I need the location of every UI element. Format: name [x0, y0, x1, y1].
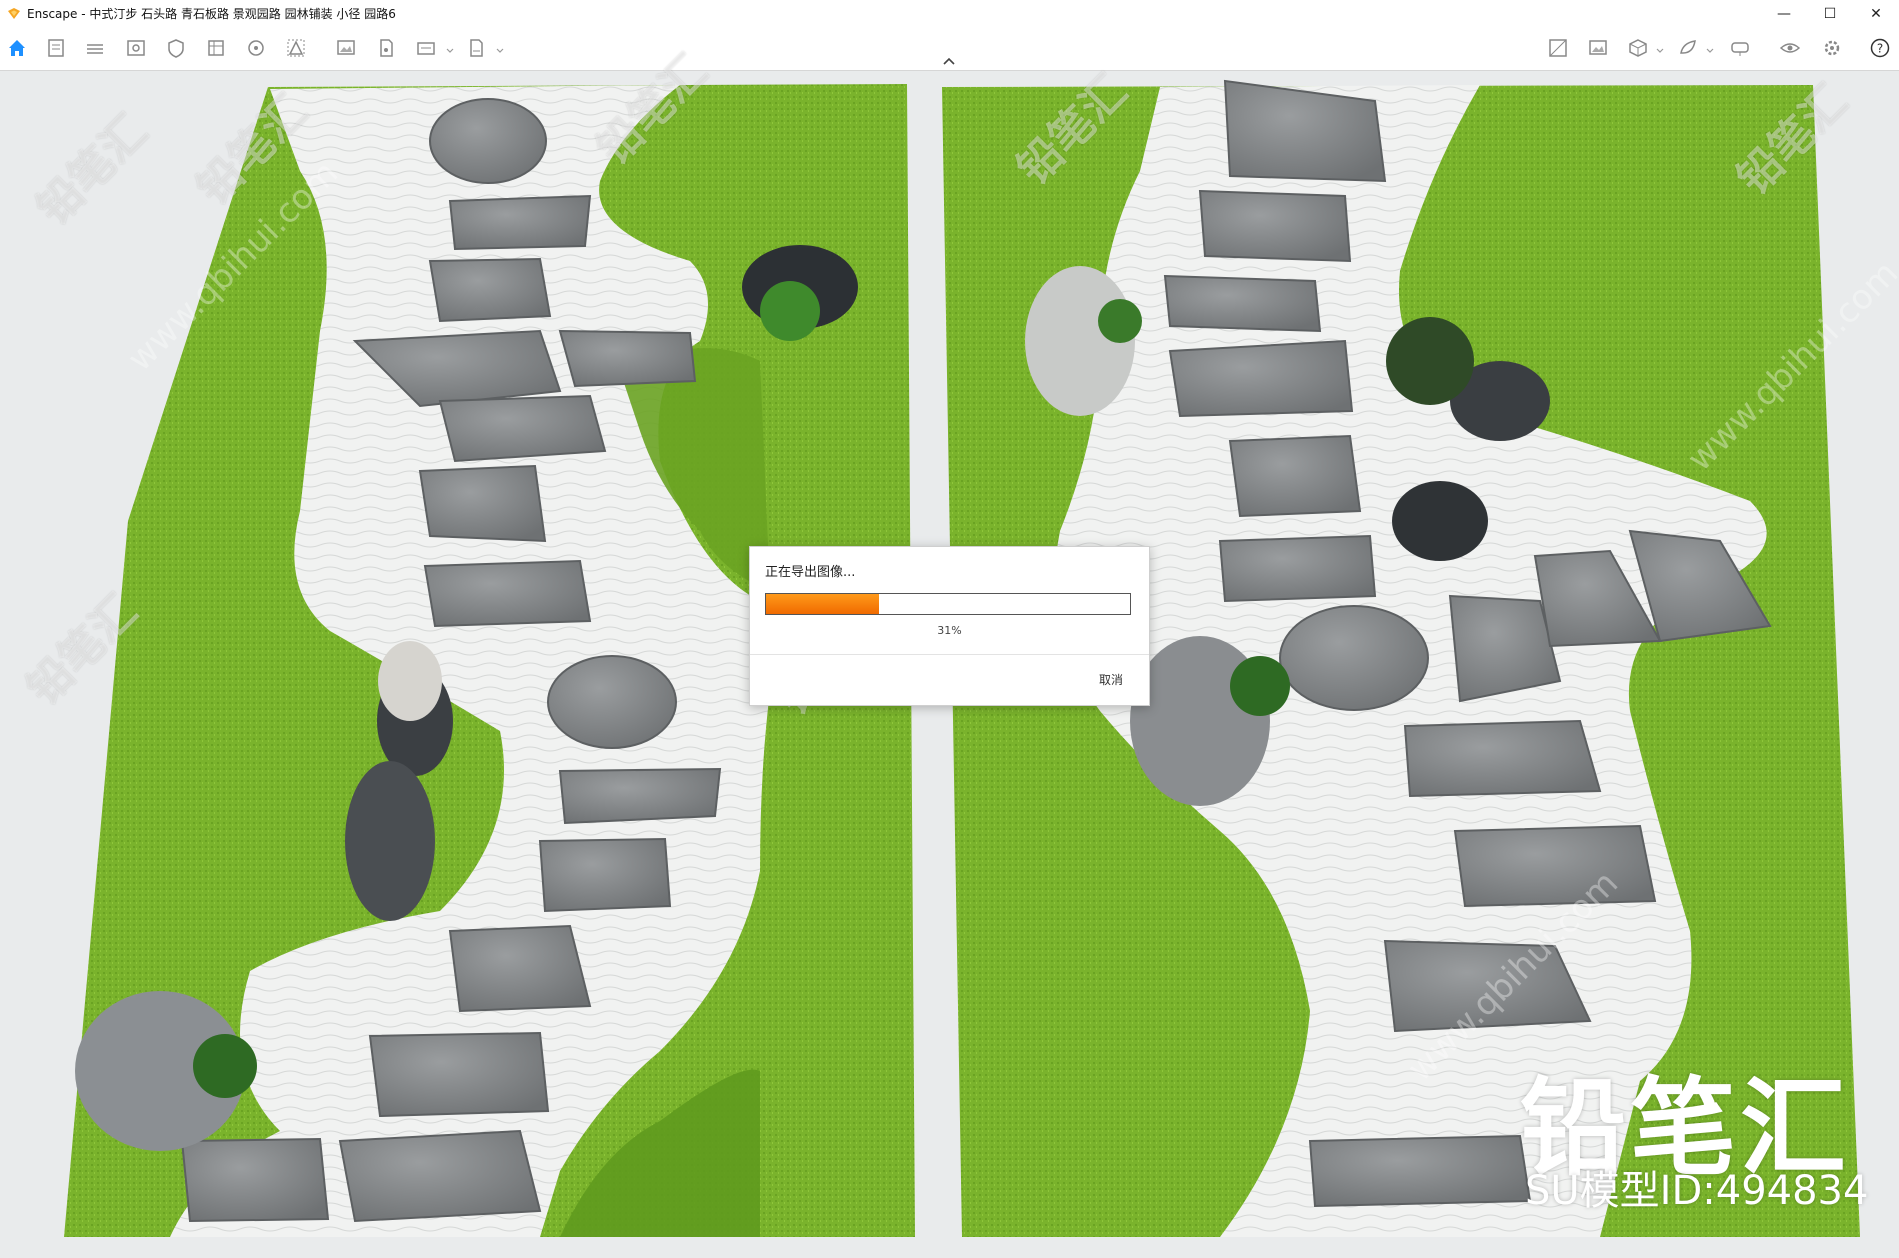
model-id-watermark: SU模型ID:494834: [1525, 1168, 1869, 1214]
vr-headset-icon[interactable]: [1728, 36, 1752, 60]
enscape-logo-icon: [8, 7, 20, 19]
material-editor-icon[interactable]: [334, 36, 358, 60]
minimize-button[interactable]: —: [1761, 0, 1807, 27]
chevron-down-icon[interactable]: [446, 47, 454, 55]
progress-bar: [765, 593, 1131, 615]
capture-image-icon[interactable]: [1546, 36, 1570, 60]
view-management-icon[interactable]: [124, 36, 148, 60]
model-export-icon[interactable]: [1626, 36, 1650, 60]
settings-icon[interactable]: [1820, 36, 1844, 60]
export-icon[interactable]: [414, 36, 438, 60]
window-title: Enscape - 中式汀步 石头路 青石板路 景观园路 园林铺装 小径 园路6: [27, 7, 396, 21]
atmosphere-icon[interactable]: [244, 36, 268, 60]
visual-settings-icon[interactable]: [164, 36, 188, 60]
window-controls: — ☐ ✕: [1761, 0, 1899, 27]
chevron-down-icon[interactable]: [496, 47, 504, 55]
project-manager-icon[interactable]: [44, 36, 68, 60]
chevron-down-icon[interactable]: [1706, 47, 1714, 55]
bim-icon[interactable]: [83, 36, 107, 60]
collapse-toolbar-icon[interactable]: [941, 56, 957, 66]
close-button[interactable]: ✕: [1853, 0, 1899, 27]
export-progress-dialog: 正在导出图像... 31% 取消: [749, 546, 1150, 706]
asset-library-icon[interactable]: [284, 36, 308, 60]
help-icon[interactable]: ?: [1868, 36, 1892, 60]
home-icon[interactable]: [5, 36, 29, 60]
svg-text:?: ?: [1877, 42, 1883, 56]
chevron-down-icon[interactable]: [1656, 47, 1664, 55]
progress-percent: 31%: [937, 624, 962, 637]
image-export-icon[interactable]: [1586, 36, 1610, 60]
feedback-icon[interactable]: [1676, 36, 1700, 60]
batch-render-icon[interactable]: [464, 36, 488, 60]
dialog-divider: [750, 654, 1149, 655]
visibility-icon[interactable]: [1778, 36, 1802, 60]
site-context-icon[interactable]: [204, 36, 228, 60]
progress-fill: [766, 594, 879, 614]
title-bar: Enscape - 中式汀步 石头路 青石板路 景观园路 园林铺装 小径 园路6…: [0, 0, 1899, 27]
cancel-button[interactable]: 取消: [1099, 671, 1123, 688]
screenshot-icon[interactable]: [374, 36, 398, 60]
maximize-button[interactable]: ☐: [1807, 0, 1853, 27]
dialog-title: 正在导出图像...: [765, 565, 856, 580]
